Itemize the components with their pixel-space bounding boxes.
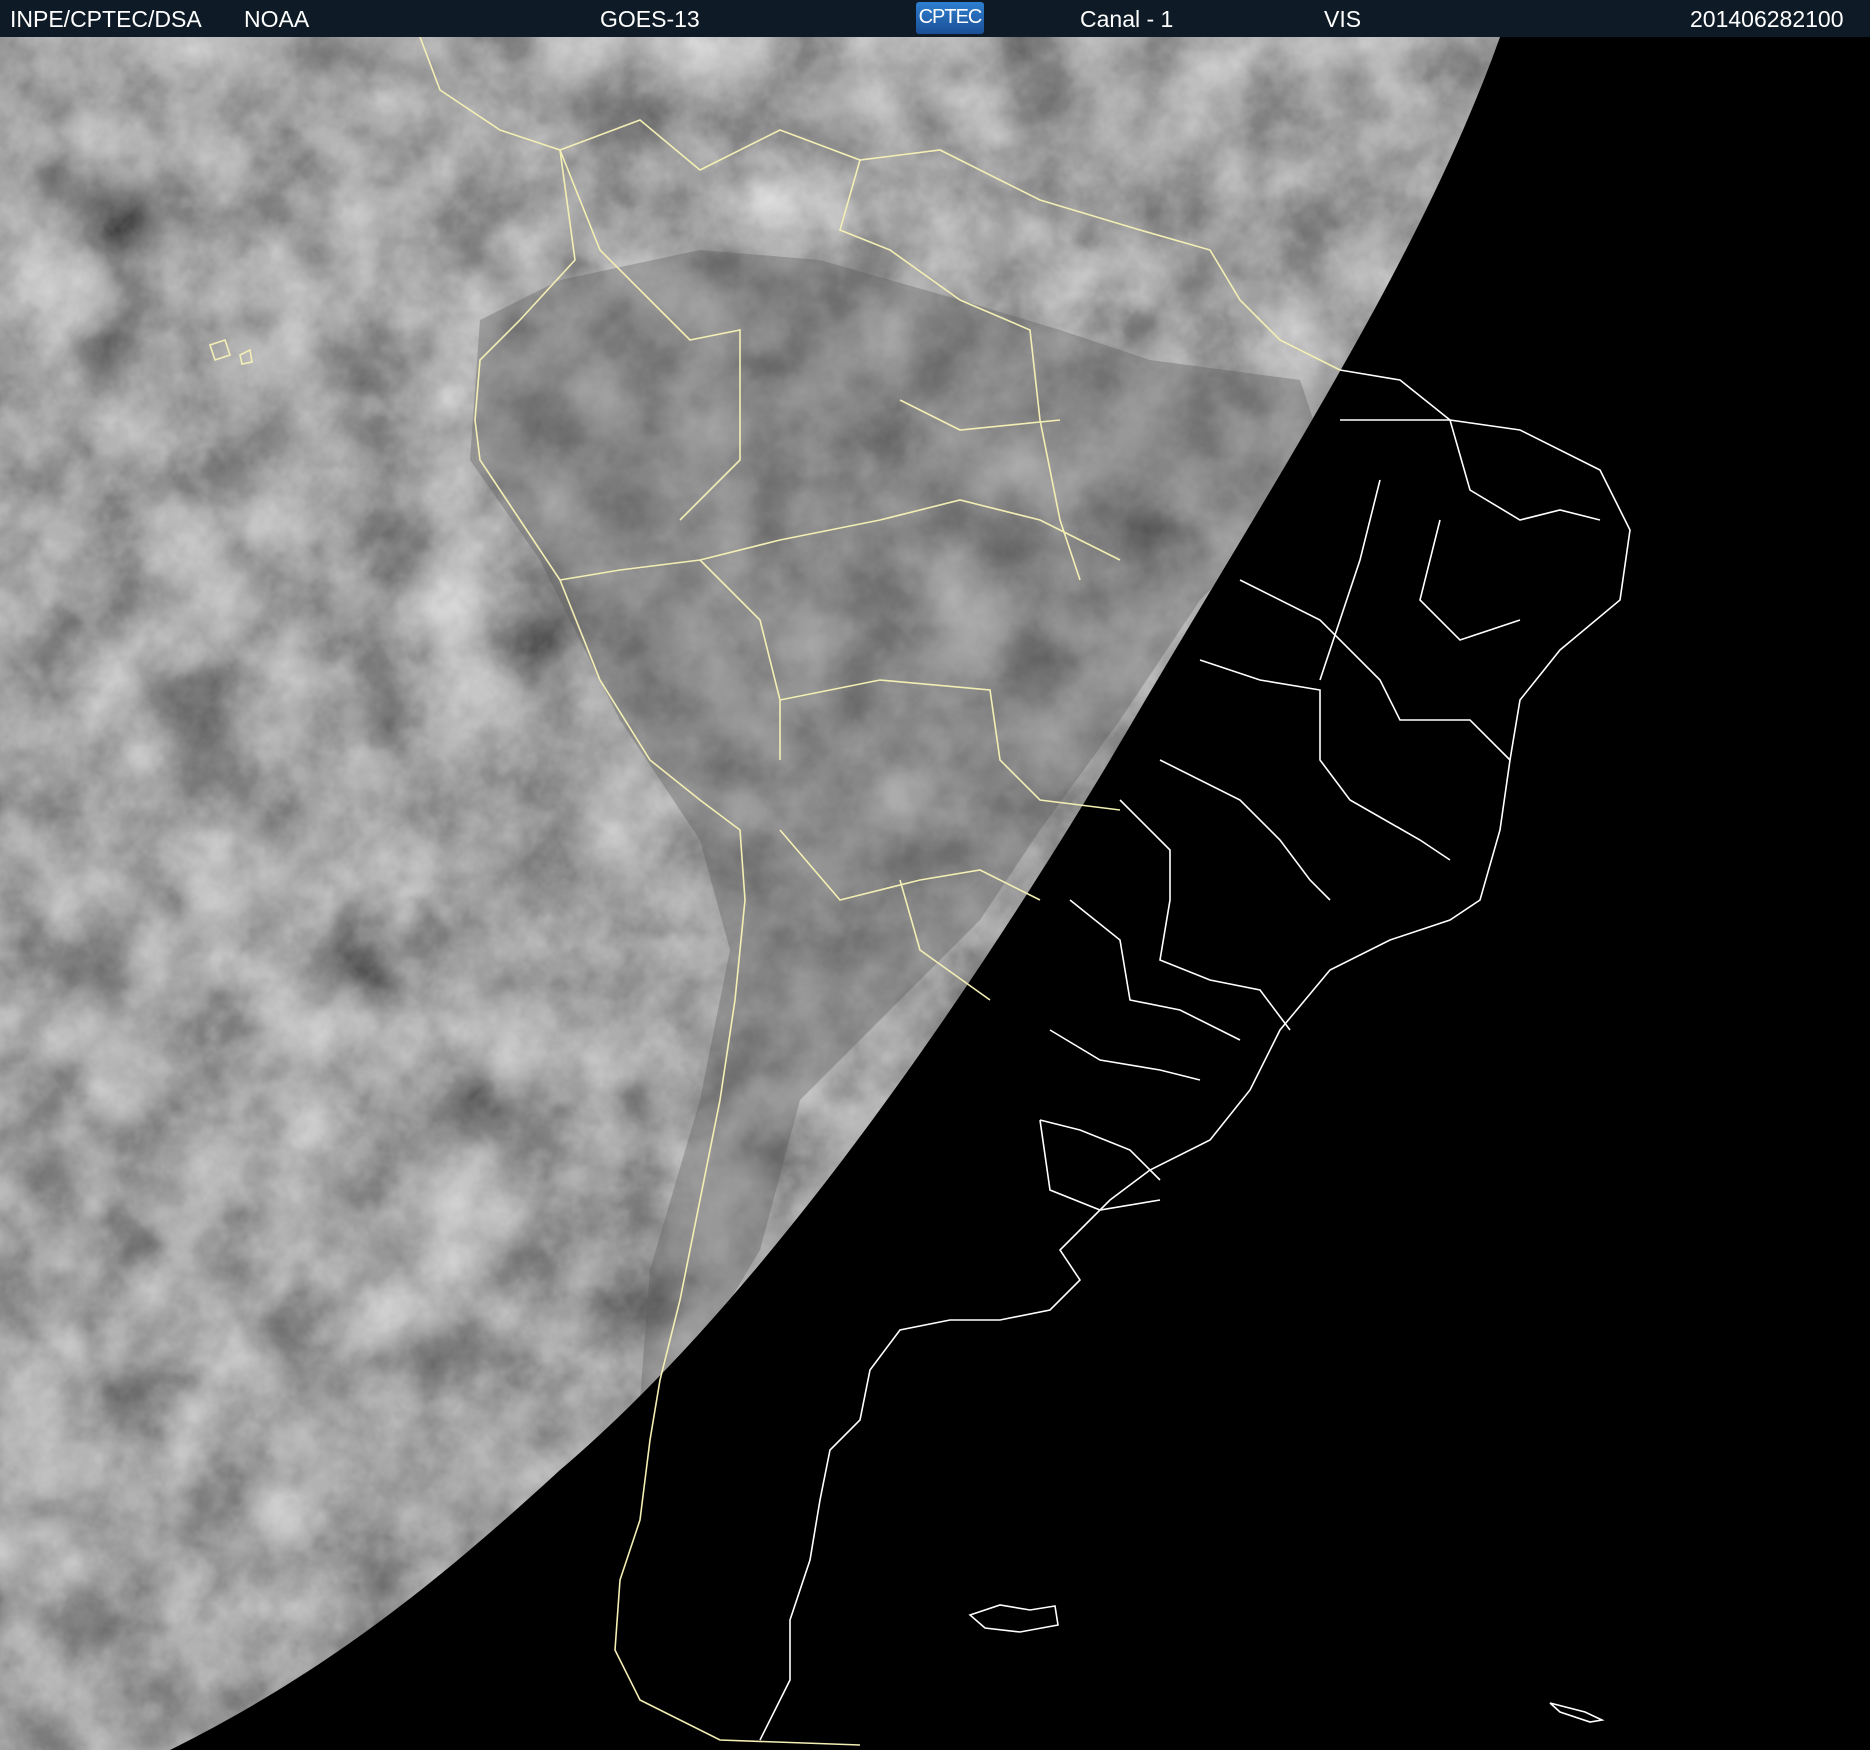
cptec-logo-text: CPTEC (918, 6, 983, 28)
image-header: INPE/CPTEC/DSA NOAA GOES-13 CPTEC Canal … (0, 0, 1870, 37)
timestamp-label: 201406282100 (1690, 6, 1844, 32)
provider-label: NOAA (244, 6, 310, 32)
cptec-logo: CPTEC (916, 2, 984, 34)
band-label: VIS (1324, 6, 1362, 32)
agency-label: INPE/CPTEC/DSA (10, 6, 202, 32)
satellite-label: GOES-13 (600, 6, 700, 32)
satellite-image (0, 37, 1870, 1750)
channel-label: Canal - 1 (1080, 6, 1174, 32)
